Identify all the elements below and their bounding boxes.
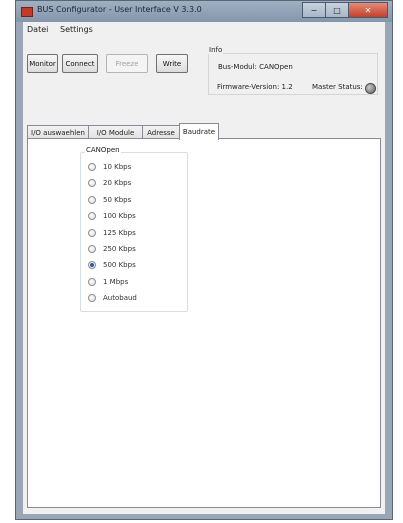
baudrate-option[interactable]: 1 Mbps — [88, 276, 128, 288]
baudrate-option-label: 10 Kbps — [103, 163, 132, 171]
bus-modul-label: Bus-Modul: CANOpen — [218, 63, 293, 71]
window-title: BUS Configurator - User Interface V 3.3.… — [37, 5, 202, 14]
tab-baudrate[interactable]: Baudrate — [179, 123, 219, 140]
baudrate-option[interactable]: 250 Kbps — [88, 243, 136, 255]
master-status-label: Master Status: — [312, 83, 363, 91]
baudrate-option[interactable]: Autobaud — [88, 292, 137, 304]
menu-datei[interactable]: Datei — [27, 25, 48, 34]
radio-button-icon[interactable] — [88, 179, 96, 188]
baudrate-option-label: 125 Kbps — [103, 228, 136, 237]
tab-adresse[interactable]: Adresse — [142, 125, 180, 139]
menu-bar: Datei Settings — [23, 22, 385, 38]
tab-io-auswaehlen[interactable]: I/O auswaehlen — [27, 125, 89, 139]
radio-button-icon[interactable] — [88, 163, 96, 171]
canopen-group-title: CANOpen — [85, 146, 121, 154]
minimize-button[interactable]: − — [302, 2, 326, 18]
baudrate-option-label: 1 Mbps — [103, 277, 129, 286]
radio-button-icon[interactable] — [88, 245, 96, 253]
freeze-button[interactable]: Freeze — [106, 54, 148, 73]
baudrate-option[interactable]: 100 Kbps — [88, 210, 136, 222]
maximize-button[interactable]: □ — [325, 2, 349, 18]
connect-button[interactable]: Connect — [62, 54, 98, 73]
info-group-title: Info — [208, 46, 224, 54]
write-button[interactable]: Write — [156, 54, 188, 73]
client-area: Datei Settings Monitor Connect Freeze Wr… — [23, 22, 385, 514]
radio-button-icon[interactable] — [88, 228, 96, 237]
app-window: BUS Configurator - User Interface V 3.3.… — [15, 0, 393, 520]
baudrate-option-label: 500 Kbps — [103, 261, 136, 270]
baudrate-option-label: 50 Kbps — [103, 195, 132, 204]
tab-io-module[interactable]: I/O Module — [88, 125, 143, 139]
baudrate-option[interactable]: 10 Kbps — [88, 161, 131, 173]
monitor-button[interactable]: Monitor — [27, 54, 58, 73]
baudrate-option-label: 250 Kbps — [103, 245, 136, 253]
radio-button-icon[interactable] — [88, 277, 96, 286]
firmware-version-label: Firmware-Version: 1.2 — [217, 83, 293, 91]
baudrate-option[interactable]: 20 Kbps — [88, 177, 131, 189]
radio-button-icon[interactable] — [88, 294, 96, 303]
menu-settings[interactable]: Settings — [60, 25, 93, 34]
radio-button-icon[interactable] — [88, 195, 96, 204]
close-button[interactable]: ✕ — [348, 2, 388, 18]
title-bar[interactable]: BUS Configurator - User Interface V 3.3.… — [16, 1, 392, 22]
app-icon — [21, 7, 33, 17]
master-status-led-icon — [365, 83, 376, 94]
baudrate-option-label: 100 Kbps — [103, 212, 136, 221]
radio-button-icon[interactable] — [88, 212, 96, 221]
baudrate-option[interactable]: 125 Kbps — [88, 227, 136, 239]
baudrate-option[interactable]: 500 Kbps — [88, 259, 136, 271]
window-controls: − □ ✕ — [302, 2, 388, 18]
baudrate-option[interactable]: 50 Kbps — [88, 194, 131, 206]
baudrate-option-label: 20 Kbps — [103, 179, 132, 188]
radio-button-icon[interactable] — [88, 261, 96, 270]
baudrate-option-label: Autobaud — [103, 294, 137, 303]
